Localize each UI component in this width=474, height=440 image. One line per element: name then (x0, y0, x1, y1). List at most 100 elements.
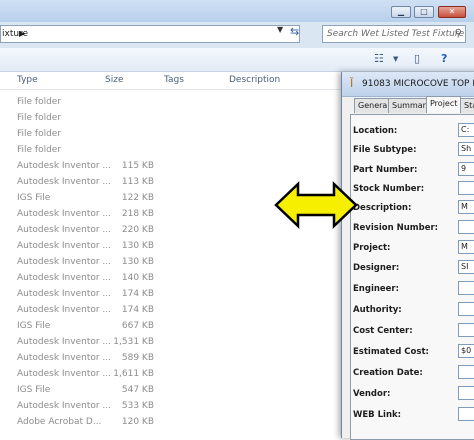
file-type: File folder (17, 129, 62, 139)
file-size: 589 KB (121, 353, 154, 363)
close-icon: ✕ (448, 7, 456, 16)
file-size: 174 KB (121, 289, 154, 299)
field-input[interactable] (458, 407, 474, 421)
dialog-title: 91083 MICROCOVE TOP MNI (362, 79, 474, 89)
file-row[interactable]: Autodesk Inventor ... 130 KB (0, 255, 340, 271)
file-row[interactable]: Autodesk Inventor ... 140 KB (0, 271, 340, 287)
file-row[interactable]: IGS File 547 KB (0, 383, 340, 399)
file-size: 667 KB (121, 321, 154, 331)
field-input[interactable]: M (458, 240, 474, 254)
field-input[interactable] (458, 323, 474, 337)
file-size: 174 KB (121, 305, 154, 315)
file-row[interactable]: Adobe Acrobat D... 120 KB (0, 415, 340, 431)
file-type: Autodesk Inventor ... (17, 161, 112, 171)
address-bar[interactable]: ixture ▶ (0, 25, 300, 43)
field-input[interactable] (458, 302, 474, 316)
file-row[interactable]: Autodesk Inventor ... 130 KB (0, 239, 340, 255)
file-row[interactable]: File folder (0, 127, 340, 143)
field-label: Stock Number: (353, 184, 425, 194)
file-type: Autodesk Inventor ... (17, 337, 112, 347)
breadcrumb-arrow-icon[interactable]: ▶ (19, 26, 25, 42)
search-input[interactable]: Search Wet Listed Test Fixture ⚲ (322, 25, 466, 43)
file-row[interactable]: Autodesk Inventor ... 589 KB (0, 351, 340, 367)
field-label: Engineer: (353, 284, 400, 294)
field-input[interactable]: Sh (458, 142, 474, 156)
file-row[interactable]: Autodesk Inventor ... 174 KB (0, 287, 340, 303)
column-header-type[interactable]: Type (17, 75, 38, 85)
address-dropdown-icon[interactable]: ▼ (277, 25, 283, 34)
file-type: Adobe Acrobat D... (17, 417, 102, 427)
file-type: Autodesk Inventor ... (17, 305, 112, 315)
field-input[interactable] (458, 181, 474, 195)
file-type: Autodesk Inventor ... (17, 353, 112, 363)
file-type: Autodesk Inventor ... (17, 289, 112, 299)
explorer-toolbar: ☷ ▼ ▯ ? (0, 48, 474, 72)
column-header-description[interactable]: Description (229, 75, 280, 85)
field-input[interactable]: SI (458, 260, 474, 274)
field-input[interactable]: $0 (458, 344, 474, 358)
field-input[interactable] (458, 220, 474, 234)
file-type: IGS File (17, 385, 51, 395)
field-label: Authority: (353, 305, 402, 315)
field-label: File Subtype: (353, 145, 417, 155)
file-row[interactable]: File folder (0, 95, 340, 111)
file-row[interactable]: File folder (0, 111, 340, 127)
field-input[interactable]: C: (458, 123, 474, 137)
file-type: Autodesk Inventor ... (17, 177, 112, 187)
file-type: Autodesk Inventor ... (17, 401, 112, 411)
file-size: 130 KB (121, 241, 154, 251)
field-label: Project: (353, 243, 391, 253)
file-size: 122 KB (121, 193, 154, 203)
close-button[interactable]: ✕ (438, 6, 466, 18)
maximize-icon: □ (420, 7, 428, 16)
file-size: 113 KB (121, 177, 154, 187)
field-label: Location: (353, 126, 398, 136)
file-size: 120 KB (121, 417, 154, 427)
file-type: Autodesk Inventor ... (17, 209, 112, 219)
file-row[interactable]: Autodesk Inventor ... 533 KB (0, 399, 340, 415)
file-type: Autodesk Inventor ... (17, 225, 112, 235)
search-icon[interactable]: ⚲ (455, 26, 462, 42)
field-input[interactable] (458, 386, 474, 400)
refresh-icon[interactable]: ⇆ (290, 25, 299, 38)
file-type: IGS File (17, 193, 51, 203)
help-icon[interactable]: ? (441, 52, 447, 65)
file-type: Autodesk Inventor ... (17, 273, 112, 283)
file-size: 547 KB (121, 385, 154, 395)
file-row[interactable]: IGS File 667 KB (0, 319, 340, 335)
file-type: File folder (17, 113, 62, 123)
file-row[interactable]: Autodesk Inventor ... 115 KB (0, 159, 340, 175)
field-label: Designer: (353, 263, 400, 273)
field-input[interactable]: 9 (458, 162, 474, 176)
file-row[interactable]: Autodesk Inventor ... 1,611 KB (0, 367, 340, 383)
field-label: Creation Date: (353, 368, 423, 378)
address-row: ixture ▶ Search Wet Listed Test Fixture … (0, 22, 474, 49)
field-label: WEB Link: (353, 410, 402, 420)
file-type: File folder (17, 145, 62, 155)
tab-project[interactable]: Project (426, 96, 462, 113)
dialog-titlebar: Ī 91083 MICROCOVE TOP MNI (342, 72, 474, 97)
tab-status[interactable]: Stat (460, 98, 474, 113)
file-row[interactable]: Autodesk Inventor ... 174 KB (0, 303, 340, 319)
minimize-button[interactable]: ▁ (391, 6, 411, 18)
double-arrow-shape (274, 181, 358, 229)
field-input[interactable] (458, 281, 474, 295)
field-label: Revision Number: (353, 223, 439, 233)
views-icon[interactable]: ☷ (374, 52, 384, 65)
file-size: 220 KB (121, 225, 154, 235)
field-input[interactable] (458, 365, 474, 379)
preview-pane-icon[interactable]: ▯ (414, 52, 420, 65)
file-row[interactable]: File folder (0, 143, 340, 159)
double-arrow-annotation (274, 181, 358, 229)
file-type: IGS File (17, 321, 51, 331)
file-type: Autodesk Inventor ... (17, 241, 112, 251)
field-label: Estimated Cost: (353, 347, 429, 357)
column-header-size[interactable]: Size (105, 75, 123, 85)
field-label: Vendor: (353, 389, 391, 399)
file-size: 1,611 KB (113, 369, 154, 379)
field-input[interactable]: M (458, 200, 474, 214)
column-header-tags[interactable]: Tags (164, 75, 184, 85)
file-row[interactable]: Autodesk Inventor ... 1,531 KB (0, 335, 340, 351)
views-dropdown-icon[interactable]: ▼ (393, 55, 398, 63)
maximize-button[interactable]: □ (414, 6, 434, 18)
